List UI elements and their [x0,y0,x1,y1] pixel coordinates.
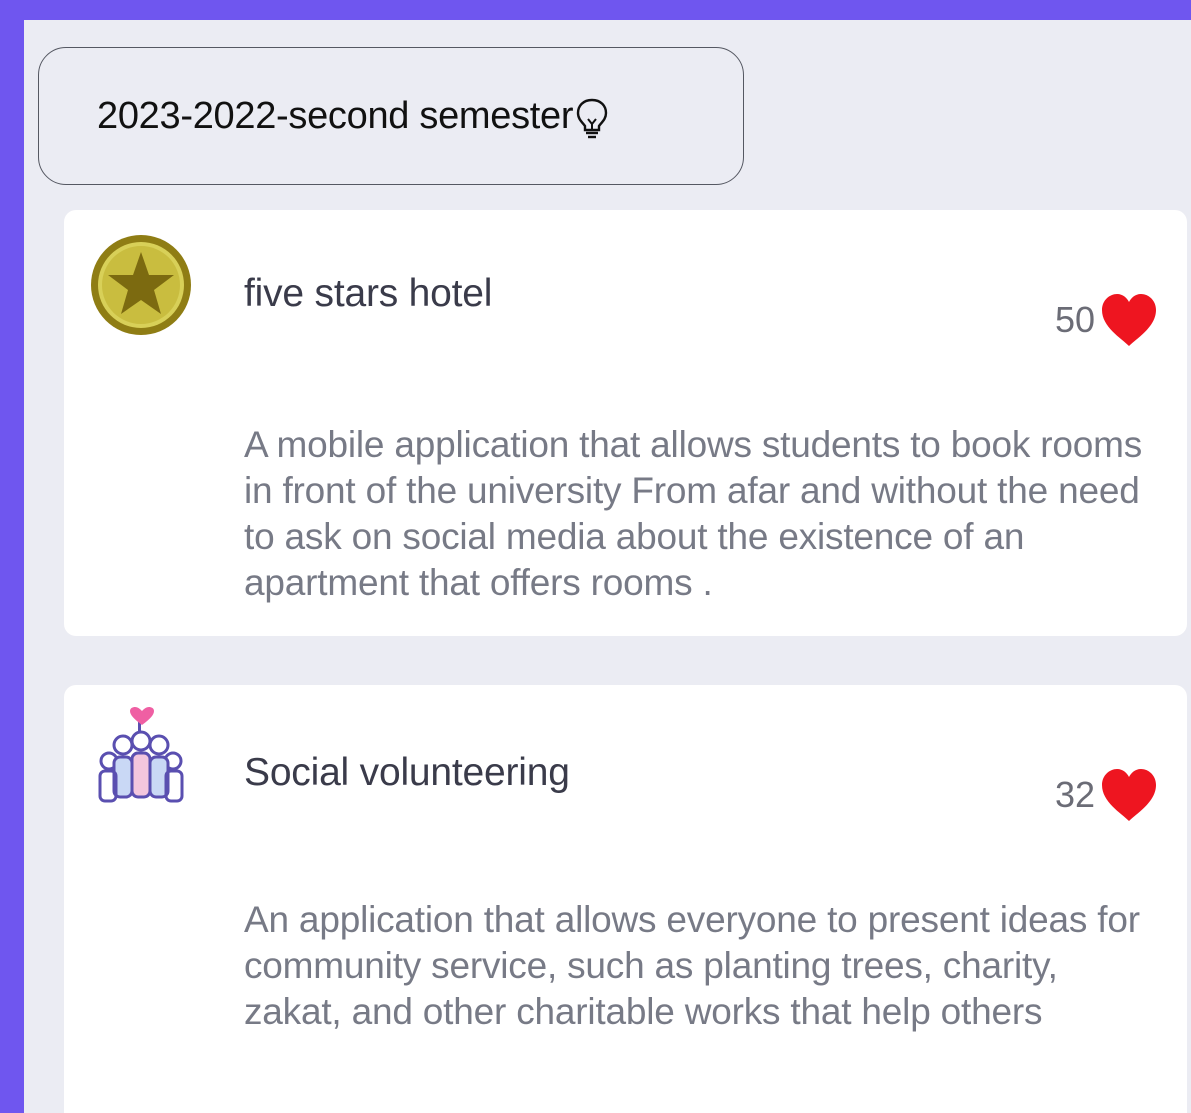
project-title: Social volunteering [244,751,570,794]
project-card[interactable]: Social volunteering 32 An application th… [64,685,1187,1113]
project-description: A mobile application that allows student… [244,424,1143,603]
heart-icon[interactable] [1099,292,1159,348]
like-count: 32 [1054,774,1095,815]
app-frame: 2023-2022-second semester five stars hot… [0,0,1191,1113]
gold-star-badge-icon [88,232,194,338]
project-description: An application that allows everyone to p… [244,899,1140,1032]
semester-selector[interactable]: 2023-2022-second semester [38,47,744,185]
like-counter[interactable]: 32 [1055,767,1159,823]
project-title: five stars hotel [244,272,493,315]
like-count: 50 [1054,299,1095,340]
lightbulb-icon [575,97,609,141]
semester-label: 2023-2022-second semester [97,94,574,137]
project-card[interactable]: five stars hotel 50 A mobile application… [64,210,1187,636]
like-counter[interactable]: 50 [1055,292,1159,348]
projects-screen: 2023-2022-second semester five stars hot… [24,20,1191,1113]
heart-icon[interactable] [1099,767,1159,823]
volunteers-group-icon [88,707,194,813]
